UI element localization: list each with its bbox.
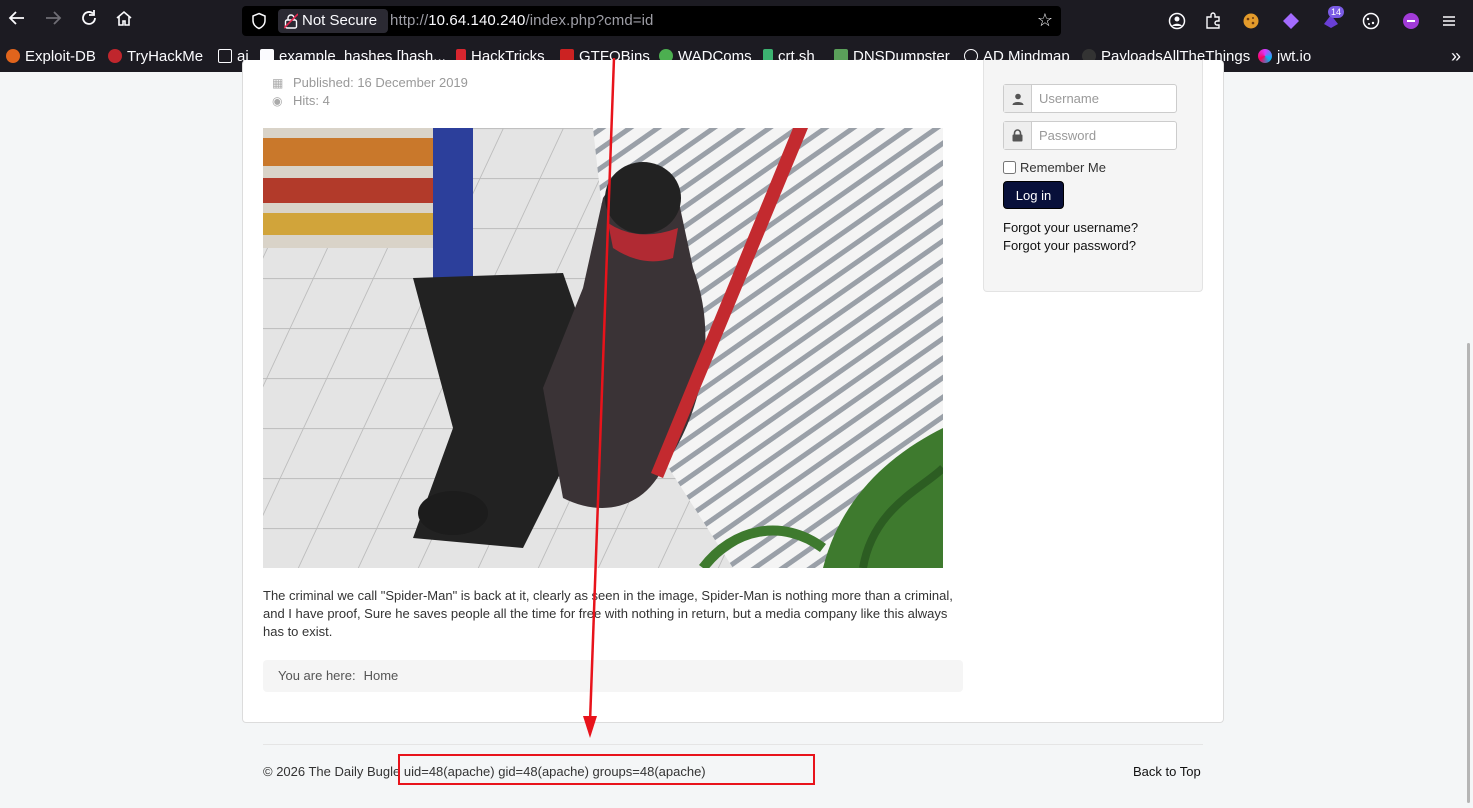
arrow-right-icon (46, 11, 62, 25)
chevron-double-right-icon[interactable]: » (1451, 46, 1461, 67)
forgot-username-link[interactable]: Forgot your username? (1003, 220, 1138, 235)
login-button[interactable]: Log in (1003, 181, 1064, 209)
extensions-puzzle-icon[interactable] (1202, 10, 1224, 32)
bookmark-label: TryHackMe (127, 48, 204, 65)
bookmark-label: jwt.io (1277, 48, 1312, 65)
password-field-group (1003, 121, 1177, 150)
username-field-group (1003, 84, 1177, 113)
security-label: Not Secure (302, 12, 378, 29)
not-secure-badge[interactable]: Not Secure (278, 9, 388, 33)
folder-icon (218, 49, 232, 63)
breadcrumb: You are here: Home (263, 660, 963, 692)
cookie-editor-icon[interactable] (1240, 10, 1262, 32)
footer-divider (263, 744, 1203, 745)
url-scheme: http:// (390, 12, 429, 29)
highlight-box (398, 754, 815, 785)
browser-toolbar: Not Secure http://10.64.140.240/index.ph… (0, 0, 1473, 42)
url-text[interactable]: http://10.64.140.240/index.php?cmd=id (390, 12, 654, 29)
store-cctv-photo (263, 128, 943, 568)
scrollbar[interactable] (1467, 343, 1470, 803)
remember-me[interactable]: Remember Me (1003, 160, 1106, 175)
user-icon (1004, 85, 1032, 112)
remember-me-checkbox[interactable] (1003, 161, 1016, 174)
menu-icon[interactable] (1438, 10, 1460, 32)
bookmark-exploit-db[interactable]: Exploit-DB (6, 48, 96, 66)
breadcrumb-home-link[interactable]: Home (364, 668, 399, 683)
bookmark-star-icon[interactable]: ☆ (1037, 10, 1053, 31)
url-bar[interactable]: Not Secure http://10.64.140.240/index.ph… (242, 6, 1061, 36)
diamond-extension-icon[interactable] (1280, 10, 1302, 32)
bookmark-label: Exploit-DB (25, 48, 96, 65)
home-icon (116, 10, 132, 26)
back-button[interactable] (5, 9, 29, 33)
arrow-left-icon (8, 11, 24, 25)
extension-count-badge: 14 (1328, 6, 1345, 18)
reload-icon (82, 10, 96, 25)
copyright-text: © 2026 The Daily Bugle (263, 764, 401, 779)
foxyproxy-icon[interactable] (1400, 10, 1422, 32)
username-input[interactable] (1033, 85, 1176, 112)
password-input[interactable] (1033, 122, 1176, 149)
shield-icon[interactable] (250, 12, 268, 30)
bookmark-tryhackme[interactable]: TryHackMe (108, 48, 203, 66)
breadcrumb-prefix: You are here: (278, 668, 356, 683)
published-date: ▦ Published: 16 December 2019 (272, 75, 468, 90)
remember-me-label: Remember Me (1020, 160, 1106, 175)
exploit-db-icon (6, 49, 20, 63)
calendar-icon: ▦ (272, 76, 284, 90)
account-icon[interactable] (1166, 10, 1188, 32)
forward-button[interactable] (41, 9, 65, 33)
published-text: Published: 16 December 2019 (293, 75, 468, 90)
tryhackme-icon (108, 49, 122, 63)
url-path: /index.php?cmd=id (525, 12, 654, 29)
jwt-icon (1258, 49, 1272, 63)
article-body: The criminal we call "Spider-Man" is bac… (263, 588, 953, 639)
hits-text: Hits: 4 (293, 93, 330, 108)
eye-icon: ◉ (272, 94, 283, 108)
home-button[interactable] (112, 9, 136, 33)
article-image (263, 128, 943, 568)
insecure-lock-icon (284, 13, 298, 29)
url-host: 10.64.140.240 (428, 12, 526, 29)
bookmark-jwt-io[interactable]: jwt.io (1258, 48, 1311, 66)
forgot-password-link[interactable]: Forgot your password? (1003, 238, 1136, 253)
reload-button[interactable] (77, 9, 101, 33)
hits-count: ◉ Hits: 4 (272, 93, 330, 108)
cookie-icon[interactable] (1360, 10, 1382, 32)
back-to-top-link[interactable]: Back to Top (1133, 764, 1201, 779)
lock-icon (1004, 122, 1032, 149)
